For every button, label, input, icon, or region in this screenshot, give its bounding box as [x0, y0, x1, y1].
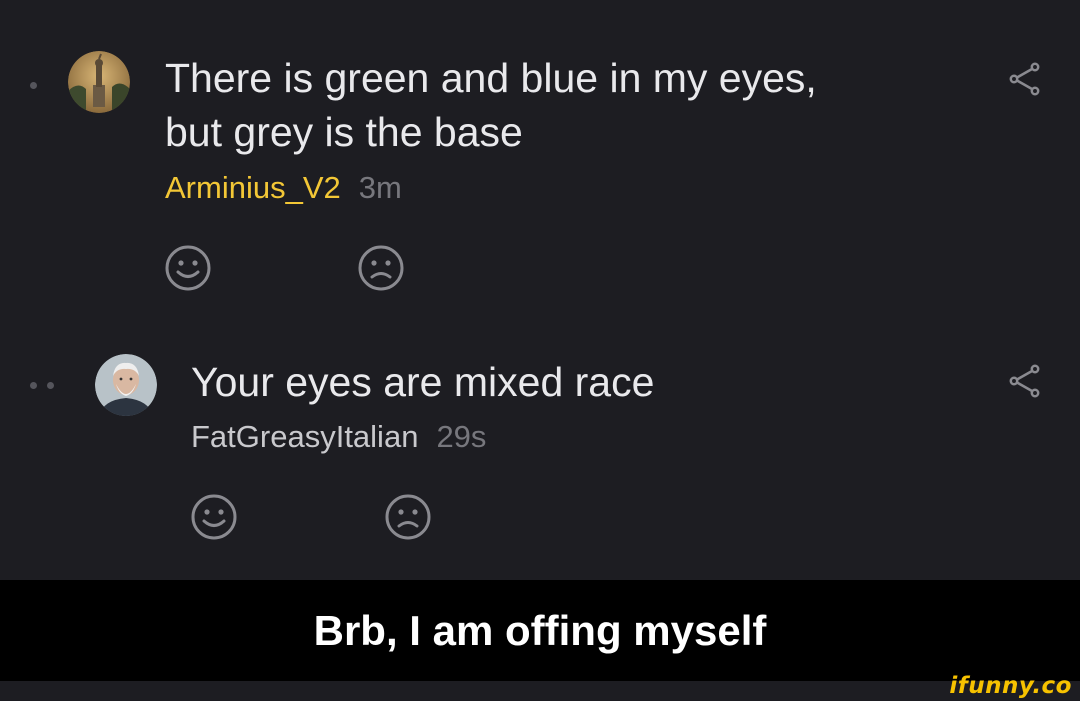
comment-1: There is green and blue in my eyes, but … — [0, 0, 1080, 320]
comment-2: Your eyes are mixed race FatGreasyItalia… — [0, 330, 1080, 580]
comments-screen: There is green and blue in my eyes, but … — [0, 0, 1080, 701]
thread-indicator — [30, 82, 37, 89]
caption-bar: Brb, I am offing myself — [0, 580, 1080, 681]
smile-icon[interactable] — [163, 243, 213, 293]
timestamp: 29s — [436, 419, 487, 454]
username[interactable]: FatGreasyItalian — [191, 419, 418, 454]
avatar[interactable] — [95, 354, 157, 416]
share-icon[interactable] — [1005, 361, 1045, 401]
statue-avatar-icon — [68, 51, 130, 113]
comment-text: Your eyes are mixed race — [191, 359, 655, 405]
thread-dot — [47, 382, 54, 389]
bottom-strip — [0, 681, 1080, 701]
caption-text: Brb, I am offing myself — [313, 606, 767, 654]
thread-indicator — [30, 382, 54, 389]
old-man-avatar-icon — [95, 354, 157, 416]
thread-dot — [30, 82, 37, 89]
avatar[interactable] — [68, 51, 130, 113]
comment-meta: Arminius_V2 3m — [165, 170, 402, 206]
ifunny-watermark: ifunny.co — [949, 673, 1072, 699]
username[interactable]: Arminius_V2 — [165, 170, 341, 205]
timestamp: 3m — [358, 170, 402, 205]
comment-meta: FatGreasyItalian 29s — [191, 419, 486, 455]
comment-text: There is green and blue in my eyes, but … — [165, 55, 817, 155]
frown-icon[interactable] — [356, 243, 406, 293]
frown-icon[interactable] — [383, 492, 433, 542]
share-icon[interactable] — [1005, 59, 1045, 99]
thread-dot — [30, 382, 37, 389]
smile-icon[interactable] — [189, 492, 239, 542]
